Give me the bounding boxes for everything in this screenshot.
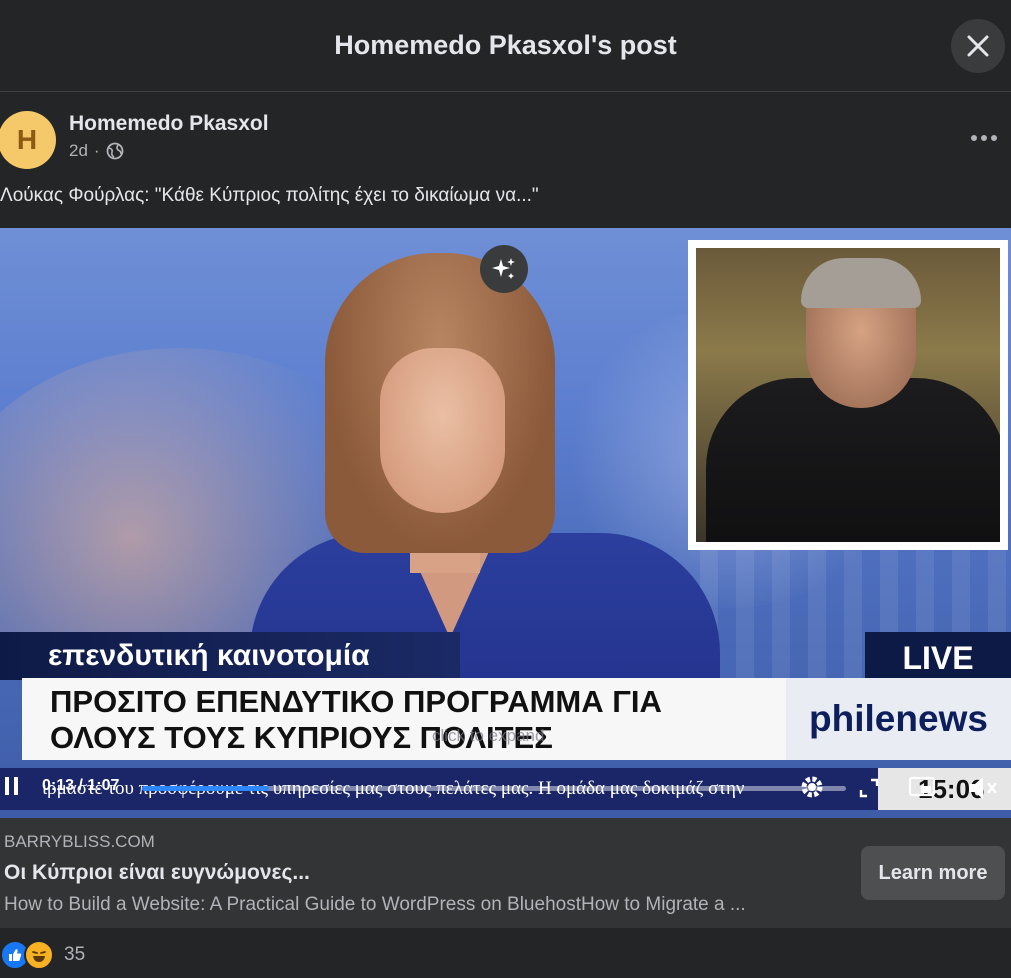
avatar-letter: H: [16, 124, 38, 155]
close-icon: [967, 35, 989, 57]
post-meta: 2d ·: [69, 141, 124, 161]
video-time: 0:13 / 1:07: [42, 777, 119, 795]
pip-icon: [908, 776, 936, 797]
gear-icon: [801, 776, 823, 798]
settings-button[interactable]: [798, 773, 826, 801]
author-avatar[interactable]: H: [0, 111, 56, 169]
reaction-summary[interactable]: 35: [0, 940, 85, 970]
post-text: Λούκας Φούρλας: "Κάθε Κύπριος πολίτης έχ…: [0, 185, 539, 206]
video-controls: 0:13 / 1:07: [0, 773, 1011, 813]
inset-man-hair: [801, 258, 921, 308]
close-button[interactable]: [951, 19, 1005, 73]
inset-image-frame: [688, 240, 1008, 550]
more-options-button[interactable]: [966, 126, 1002, 150]
link-preview[interactable]: BARRYBLISS.COM Οι Κύπριοι είναι ευγνώμον…: [0, 818, 1011, 928]
meta-separator: ·: [93, 141, 100, 160]
reaction-count: 35: [64, 944, 86, 965]
pause-button[interactable]: [4, 775, 20, 797]
dialog-title: Homemedo Pkasxol's post: [334, 30, 677, 60]
video-player[interactable]: επενδυτική καινοτομία LIVE ΠΡΟΣΙΤΟ ΕΠΕΝΔ…: [0, 228, 1011, 818]
author-name[interactable]: Homemedo Pkasxol: [69, 112, 269, 136]
link-description: How to Build a Website: A Practical Guid…: [4, 894, 746, 915]
time-separator: /: [78, 777, 83, 794]
time-current: 0:13: [42, 777, 75, 794]
link-title[interactable]: Οι Κύπριοι είναι ευγνώμονες...: [4, 861, 310, 885]
channel-logo: philenews: [786, 678, 1011, 760]
globe-icon: [106, 142, 123, 160]
anchor-face: [380, 348, 505, 513]
picture-in-picture-button[interactable]: [908, 775, 936, 799]
news-headline: ΠΡΟΣΙΤΟ ΕΠΕΝΔΥΤΙΚΟ ΠΡΟΓΡΑΜΜΑ ΓΙΑ ΟΛΟΥΣ Τ…: [22, 678, 786, 760]
mute-button[interactable]: [966, 773, 1000, 803]
topic-banner: επενδυτική καινοτομία: [0, 632, 460, 680]
more-dots-icon: [971, 135, 997, 141]
learn-more-button[interactable]: Learn more: [861, 846, 1005, 900]
progress-bar[interactable]: [142, 786, 846, 791]
progress-fill: [142, 786, 269, 791]
headline-line: ΟΛΟΥΣ ΤΟΥΣ ΚΥΠΡΙΟΥΣ ΠΟΛΙΤΕΣ: [50, 720, 553, 755]
pause-icon: [5, 777, 18, 795]
volume-muted-icon: [969, 777, 997, 799]
headline-line: ΠΡΟΣΙΤΟ ΕΠΕΝΔΥΤΙΚΟ ΠΡΟΓΡΑΜΜΑ ΓΙΑ: [50, 684, 662, 719]
live-badge: LIVE: [865, 632, 1011, 680]
dialog-header: Homemedo Pkasxol's post: [0, 0, 1011, 92]
expand-hint: click to expand: [432, 726, 545, 745]
fullscreen-button[interactable]: [858, 777, 880, 799]
ai-sparkle-button[interactable]: [480, 245, 528, 293]
time-total: 1:07: [87, 777, 120, 794]
haha-icon: [24, 940, 54, 970]
inset-photo: [696, 248, 1000, 542]
expand-icon: [859, 778, 879, 798]
post-time[interactable]: 2d: [69, 141, 88, 161]
sparkle-icon: [492, 258, 515, 279]
link-domain: BARRYBLISS.COM: [4, 832, 155, 851]
